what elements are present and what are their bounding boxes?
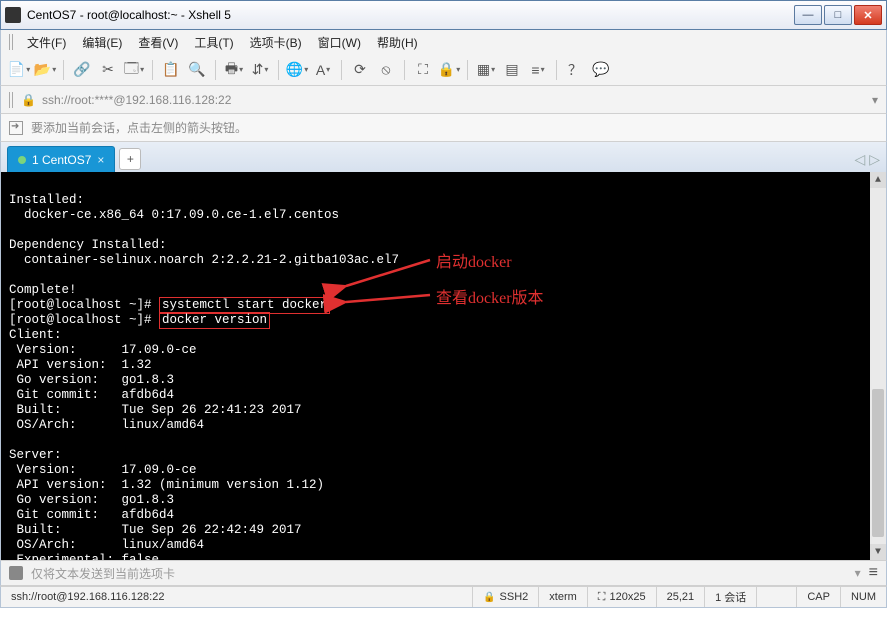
- term-line: Installed:: [9, 193, 84, 207]
- tip-band: 要添加当前会话，点击左侧的箭头按钮。: [0, 114, 887, 142]
- menu-window[interactable]: 窗口(W): [314, 32, 365, 53]
- term-line: Git commit: afdb6d4: [9, 388, 174, 402]
- lock-button[interactable]: 🔒: [437, 58, 461, 82]
- status-blank: [757, 587, 797, 607]
- help-button[interactable]: ？: [563, 58, 587, 82]
- status-sessions: 1 会话: [705, 587, 757, 607]
- term-line: API version: 1.32: [9, 358, 152, 372]
- term-line: Built: Tue Sep 26 22:41:23 2017: [9, 403, 302, 417]
- term-line: Client:: [9, 328, 62, 342]
- grip-icon: [9, 92, 15, 108]
- term-line: Go version: go1.8.3: [9, 373, 174, 387]
- scroll-down-icon[interactable]: ▼: [870, 544, 886, 560]
- send-icon[interactable]: [9, 566, 23, 580]
- send-placeholder[interactable]: 仅将文本发送到当前选项卡: [31, 565, 847, 582]
- status-cap: CAP: [797, 587, 841, 607]
- fullscreen-button[interactable]: ⛶: [411, 58, 435, 82]
- term-line: container-selinux.noarch 2:2.2.21-2.gitb…: [9, 253, 399, 267]
- lock-icon: 🔒: [21, 93, 36, 107]
- menubar: 文件(F) 编辑(E) 查看(V) 工具(T) 选项卡(B) 窗口(W) 帮助(…: [0, 30, 887, 54]
- address-field[interactable]: ssh://root:****@192.168.116.128:22: [42, 93, 866, 107]
- tab-close-icon[interactable]: ×: [97, 153, 104, 167]
- term-line: Experimental: false: [9, 553, 159, 560]
- menu-icon[interactable]: ≡: [869, 564, 878, 582]
- tip-text: 要添加当前会话，点击左侧的箭头按钮。: [31, 119, 247, 136]
- print-button[interactable]: 🖶: [222, 58, 246, 82]
- term-line: Dependency Installed:: [9, 238, 167, 252]
- refresh-button[interactable]: ⟳: [348, 58, 372, 82]
- globe-button[interactable]: 🌐: [285, 58, 309, 82]
- feedback-button[interactable]: 💬: [589, 58, 613, 82]
- layout-button[interactable]: ▦: [474, 58, 498, 82]
- status-proto: SSH2: [473, 587, 539, 607]
- term-line: Git commit: afdb6d4: [9, 508, 174, 522]
- menu-edit[interactable]: 编辑(E): [78, 32, 126, 53]
- command-docker-version: docker version: [159, 312, 270, 329]
- status-term: xterm: [539, 587, 588, 607]
- address-bar: 🔒 ssh://root:****@192.168.116.128:22 ▾: [0, 86, 887, 114]
- menu-tabs[interactable]: 选项卡(B): [246, 32, 306, 53]
- term-line: docker-ce.x86_64 0:17.09.0.ce-1.el7.cent…: [9, 208, 339, 222]
- add-tab-button[interactable]: +: [119, 148, 141, 170]
- transfer-button[interactable]: ⇵: [248, 58, 272, 82]
- term-line: Version: 17.09.0-ce: [9, 463, 197, 477]
- status-cursor: 25,21: [657, 587, 706, 607]
- terminal-scrollbar[interactable]: ▲ ▼: [870, 172, 886, 560]
- dropdown-icon[interactable]: ▾: [872, 93, 878, 107]
- font-button[interactable]: A: [311, 58, 335, 82]
- close-button[interactable]: ✕: [854, 5, 882, 25]
- term-line: API version: 1.32 (minimum version 1.12): [9, 478, 324, 492]
- titlebar: CentOS7 - root@localhost:~ - Xshell 5 — …: [0, 0, 887, 30]
- send-bar: 仅将文本发送到当前选项卡 ▾ ≡: [0, 560, 887, 586]
- term-line: Go version: go1.8.3: [9, 493, 174, 507]
- stop-button[interactable]: ⦸: [374, 58, 398, 82]
- menu-tools[interactable]: 工具(T): [190, 32, 237, 53]
- minimize-button[interactable]: —: [794, 5, 822, 25]
- term-line: OS/Arch: linux/amd64: [9, 418, 204, 432]
- term-line: Version: 17.09.0-ce: [9, 343, 197, 357]
- properties-button[interactable]: 🗔: [122, 58, 146, 82]
- toolbar: 📄 📂 🔗 ✂ 🗔 📋 🔍 🖶 ⇵ 🌐 A ⟳ ⦸ ⛶ 🔒 ▦ ▤ ≡ ？ 💬: [0, 54, 887, 86]
- scroll-up-icon[interactable]: ▲: [870, 172, 886, 188]
- statusbar: ssh://root@192.168.116.128:22 SSH2 xterm…: [0, 586, 887, 608]
- menu-help[interactable]: 帮助(H): [373, 32, 422, 53]
- terminal[interactable]: Installed: docker-ce.x86_64 0:17.09.0.ce…: [0, 172, 887, 560]
- window-title: CentOS7 - root@localhost:~ - Xshell 5: [27, 8, 794, 22]
- maximize-button[interactable]: □: [824, 5, 852, 25]
- cascade-button[interactable]: ▤: [500, 58, 524, 82]
- tab-label: 1 CentOS7: [32, 153, 91, 167]
- menu-file[interactable]: 文件(F): [23, 32, 70, 53]
- menu-view[interactable]: 查看(V): [134, 32, 182, 53]
- status-size: ⛶ 120x25: [588, 587, 657, 607]
- status-path: ssh://root@192.168.116.128:22: [1, 587, 473, 607]
- open-button[interactable]: 📂: [33, 58, 57, 82]
- reconnect-button[interactable]: 🔗: [70, 58, 94, 82]
- new-session-button[interactable]: 📄: [7, 58, 31, 82]
- copy-button[interactable]: 📋: [159, 58, 183, 82]
- grip-icon: [9, 34, 15, 50]
- tabstrip: 1 CentOS7 × + ◁ ▷: [0, 142, 887, 172]
- disconnect-button[interactable]: ✂: [96, 58, 120, 82]
- find-button[interactable]: 🔍: [185, 58, 209, 82]
- tile-button[interactable]: ≡: [526, 58, 550, 82]
- status-dot-icon: [18, 156, 26, 164]
- prompt: [root@localhost ~]#: [9, 313, 159, 327]
- term-line: Server:: [9, 448, 62, 462]
- status-num: NUM: [841, 587, 886, 607]
- add-session-icon[interactable]: [9, 121, 23, 135]
- term-line: Built: Tue Sep 26 22:42:49 2017: [9, 523, 302, 537]
- term-line: OS/Arch: linux/amd64: [9, 538, 204, 552]
- prompt: [root@localhost ~]#: [9, 298, 159, 312]
- tab-centos7[interactable]: 1 CentOS7 ×: [7, 146, 115, 172]
- scroll-thumb[interactable]: [872, 389, 884, 536]
- tab-prev-icon[interactable]: ◁: [854, 151, 865, 168]
- dropdown-icon[interactable]: ▾: [855, 566, 861, 580]
- app-icon: [5, 7, 21, 23]
- tab-next-icon[interactable]: ▷: [869, 151, 880, 168]
- term-line: Complete!: [9, 283, 77, 297]
